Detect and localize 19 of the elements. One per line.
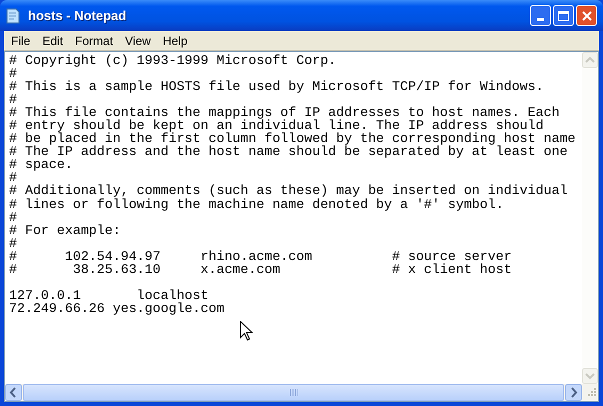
menu-item[interactable]: Help bbox=[156, 32, 194, 50]
maximize-icon bbox=[558, 10, 569, 20]
menu-item[interactable]: View bbox=[119, 32, 157, 50]
scrollbar-thumb[interactable] bbox=[23, 384, 564, 401]
menu-item[interactable]: File bbox=[5, 32, 36, 50]
notepad-icon bbox=[6, 8, 20, 24]
scroll-left-icon[interactable] bbox=[5, 384, 22, 401]
vertical-scrollbar[interactable] bbox=[582, 52, 598, 384]
mouse-pointer-icon bbox=[240, 321, 253, 341]
menu-item[interactable]: Edit bbox=[36, 32, 70, 50]
minimize-button[interactable] bbox=[530, 5, 551, 26]
window-title: hosts - Notepad bbox=[28, 6, 126, 25]
close-icon bbox=[582, 10, 592, 20]
grip-icon bbox=[290, 389, 298, 396]
close-button[interactable] bbox=[576, 5, 597, 26]
minimize-icon bbox=[537, 18, 544, 21]
maximize-button[interactable] bbox=[553, 5, 574, 26]
menu-item[interactable]: Format bbox=[69, 32, 120, 50]
scroll-right-icon[interactable] bbox=[565, 384, 582, 401]
